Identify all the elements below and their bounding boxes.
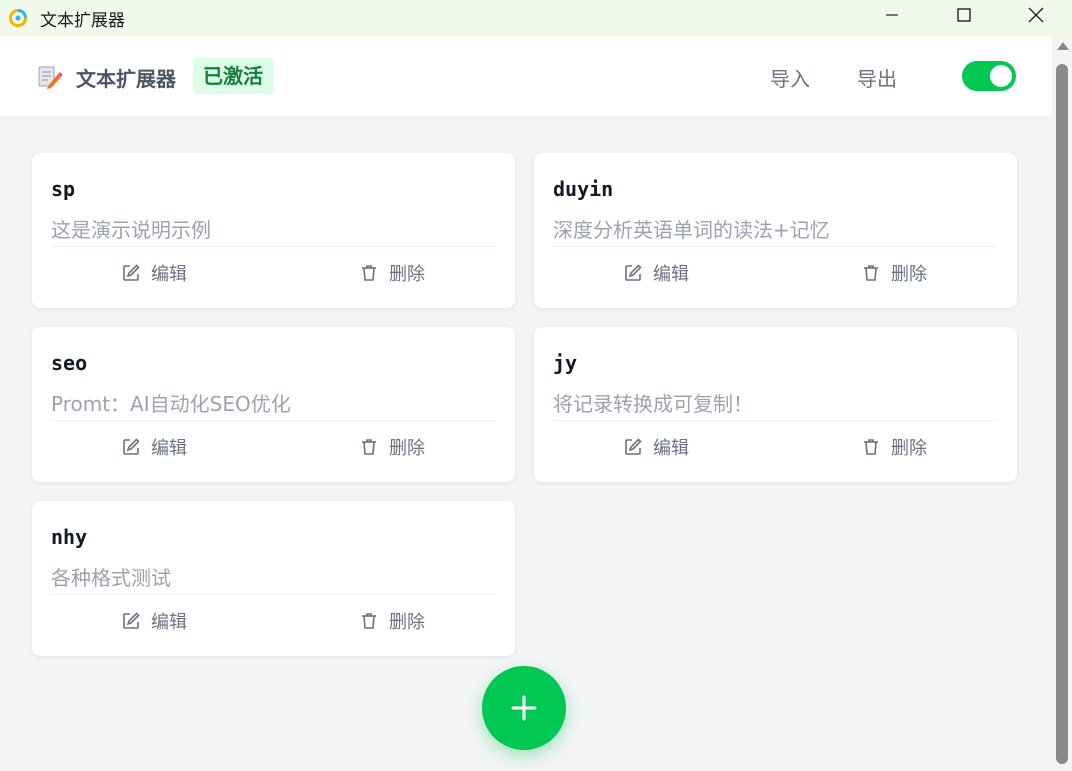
app-name: 文本扩展器 [76, 67, 176, 91]
delete-label: 删除 [389, 264, 425, 285]
snippet-description: 深度分析英语单词的读法+记忆 [553, 218, 830, 242]
trash-icon [864, 439, 878, 455]
snippet-card: sp 这是演示说明示例 编辑 删除 [32, 153, 515, 308]
toggle-knob [990, 65, 1012, 87]
app-icon [9, 9, 27, 27]
window-title: 文本扩展器 [40, 10, 125, 31]
app-header: 文本扩展器 已激活 导入 导出 [0, 36, 1052, 116]
card-divider [553, 420, 998, 421]
maximize-button[interactable] [928, 0, 1000, 30]
delete-button[interactable]: 删除 [861, 261, 927, 285]
snippet-name: jy [553, 351, 578, 375]
snippet-card: duyin 深度分析英语单词的读法+记忆 编辑 删除 [534, 153, 1017, 308]
snippet-description: 这是演示说明示例 [51, 218, 211, 242]
edit-label: 编辑 [151, 264, 187, 285]
window-titlebar: 文本扩展器 [0, 0, 1072, 36]
delete-button[interactable]: 删除 [359, 261, 425, 285]
edit-label: 编辑 [653, 264, 689, 285]
snippet-card: nhy 各种格式测试 编辑 删除 [32, 501, 515, 656]
edit-icon [123, 612, 140, 629]
snippet-description: Promt：AI自动化SEO优化 [51, 392, 291, 416]
snippet-name: seo [51, 351, 88, 375]
minimize-icon [886, 14, 898, 16]
delete-label: 删除 [389, 438, 425, 459]
snippet-name: nhy [51, 525, 88, 549]
trash-icon [362, 439, 376, 455]
window-controls [856, 0, 1072, 30]
delete-label: 删除 [891, 264, 927, 285]
trash-icon [864, 265, 878, 281]
edit-label: 编辑 [653, 438, 689, 459]
card-divider [553, 246, 998, 247]
minimize-button[interactable] [856, 0, 928, 30]
snippet-card: seo Promt：AI自动化SEO优化 编辑 删除 [32, 327, 515, 482]
close-button[interactable] [1000, 0, 1072, 30]
snippet-description: 将记录转换成可复制！ [553, 392, 753, 416]
trash-icon [362, 265, 376, 281]
snippet-card: jy 将记录转换成可复制！ 编辑 删除 [534, 327, 1017, 482]
edit-icon [625, 438, 642, 455]
delete-button[interactable]: 删除 [359, 609, 425, 633]
scroll-up-arrow-icon[interactable] [1057, 42, 1069, 50]
scroll-thumb[interactable] [1056, 64, 1068, 764]
snippet-name: duyin [553, 177, 614, 201]
add-snippet-button[interactable] [482, 666, 566, 750]
card-divider [51, 420, 496, 421]
export-button[interactable]: 导出 [857, 63, 897, 92]
edit-icon [123, 438, 140, 455]
import-button[interactable]: 导入 [770, 63, 810, 92]
edit-icon [123, 264, 140, 281]
delete-label: 删除 [891, 438, 927, 459]
delete-button[interactable]: 删除 [359, 435, 425, 459]
delete-button[interactable]: 删除 [861, 435, 927, 459]
maximize-icon [957, 8, 971, 22]
trash-icon [362, 613, 376, 629]
edit-button[interactable]: 编辑 [121, 261, 187, 285]
plus-icon [511, 695, 537, 721]
edit-button[interactable]: 编辑 [623, 435, 689, 459]
edit-label: 编辑 [151, 438, 187, 459]
edit-label: 编辑 [151, 612, 187, 633]
status-badge: 已激活 [193, 58, 273, 94]
edit-button[interactable]: 编辑 [121, 609, 187, 633]
delete-label: 删除 [389, 612, 425, 633]
memo-icon [38, 66, 62, 89]
card-divider [51, 246, 496, 247]
edit-button[interactable]: 编辑 [121, 435, 187, 459]
vertical-scrollbar[interactable] [1052, 36, 1072, 771]
close-icon [1028, 7, 1044, 23]
edit-button[interactable]: 编辑 [623, 261, 689, 285]
enable-toggle[interactable] [962, 61, 1016, 91]
snippet-name: sp [51, 177, 76, 201]
card-divider [51, 594, 496, 595]
snippet-description: 各种格式测试 [51, 566, 171, 590]
edit-icon [625, 264, 642, 281]
